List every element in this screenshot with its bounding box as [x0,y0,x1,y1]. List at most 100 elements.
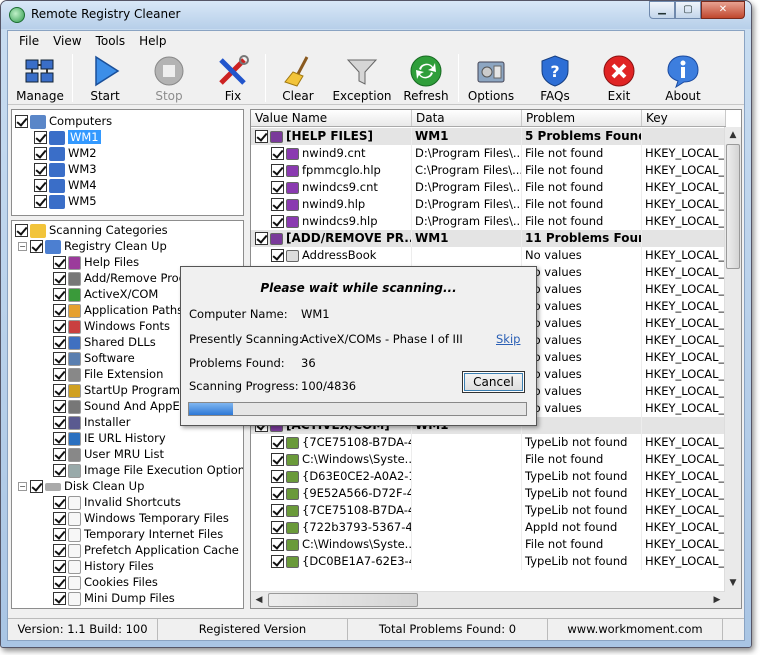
checkbox[interactable] [34,163,47,176]
checkbox[interactable] [271,147,284,160]
checkbox[interactable] [53,544,66,557]
scroll-thumb[interactable] [726,144,740,269]
table-row[interactable]: C:\Windows\Syste... File not found HKEY_LO… [251,451,726,468]
checkbox[interactable] [53,272,66,285]
checkbox[interactable] [271,436,284,449]
menu-tools[interactable]: Tools [89,31,133,51]
table-row[interactable]: fpmmcglo.hlp C:\Program Files\... File not… [251,162,726,179]
table-row[interactable]: AddressBook No values HKEY_LOCAL_... [251,247,726,264]
menu-view[interactable]: View [46,31,88,51]
column-value-name[interactable]: Value Name [251,110,412,126]
table-row[interactable]: nwind9.cnt D:\Program Files\... File not f… [251,145,726,162]
category-item[interactable]: IE URL History [15,430,243,446]
category-item[interactable]: Image File Execution Options [15,462,243,478]
disk-node[interactable]: − Disk Clean Up [15,478,243,494]
checkbox[interactable] [271,521,284,534]
title-bar[interactable]: Remote Registry Cleaner ▁ ▢ ✕ [1,1,751,29]
column-problem[interactable]: Problem [522,110,642,126]
table-row[interactable]: nwindcs9.cnt D:\Program Files\... File not… [251,179,726,196]
column-key[interactable]: Key [642,110,726,126]
table-row[interactable]: {7CE75108-B7DA-4... TypeLib not found HKEY… [251,502,726,519]
manage-button[interactable]: Manage [8,51,72,105]
checkbox[interactable] [255,130,268,143]
category-item[interactable]: Windows Temporary Files [15,510,243,526]
category-item[interactable]: Mini Dump Files [15,590,243,606]
checkbox[interactable] [53,448,66,461]
clear-button[interactable]: Clear [266,51,330,105]
computer-item[interactable]: WM5 [15,193,243,209]
computers-root[interactable]: Computers [15,113,243,129]
table-row[interactable]: {9E52A566-D72F-4... TypeLib not found HKEY… [251,485,726,502]
checkbox[interactable] [30,480,43,493]
about-button[interactable]: About [651,51,715,105]
h-scroll-thumb[interactable] [268,593,418,607]
category-item[interactable]: Invalid Shortcuts [15,494,243,510]
close-button[interactable]: ✕ [701,1,745,19]
scroll-left-icon[interactable]: ◀ [251,592,267,608]
checkbox[interactable] [53,320,66,333]
checkbox[interactable] [53,336,66,349]
category-item[interactable]: Cookies Files [15,574,243,590]
table-row[interactable]: {D63E0CE2-A0A2-1... TypeLib not found HKEY… [251,468,726,485]
checkbox[interactable] [30,240,43,253]
menu-file[interactable]: File [12,31,46,51]
checkbox[interactable] [271,164,284,177]
checkbox[interactable] [53,368,66,381]
checkbox[interactable] [34,131,47,144]
computer-item[interactable]: WM4 [15,177,243,193]
menu-help[interactable]: Help [132,31,173,51]
checkbox[interactable] [271,249,284,262]
checkbox[interactable] [53,512,66,525]
checkbox[interactable] [271,555,284,568]
table-row[interactable]: C:\Windows\Syste... File not found HKEY_LO… [251,536,726,553]
categories-root[interactable]: Scanning Categories [15,222,243,238]
refresh-button[interactable]: Refresh [394,51,458,105]
scroll-up-icon[interactable]: ▲ [725,127,741,143]
checkbox[interactable] [53,560,66,573]
category-item[interactable]: History Files [15,558,243,574]
stop-button[interactable]: Stop [137,51,201,105]
checkbox[interactable] [34,195,47,208]
registry-node[interactable]: − Registry Clean Up [15,238,243,254]
checkbox[interactable] [53,304,66,317]
fix-button[interactable]: Fix [201,51,265,105]
category-item[interactable]: Prefetch Application Cache Files [15,542,243,558]
checkbox[interactable] [53,528,66,541]
checkbox[interactable] [271,487,284,500]
checkbox[interactable] [271,538,284,551]
table-row[interactable]: {722b3793-5367-44... AppId not found HKEY_… [251,519,726,536]
vertical-scrollbar[interactable]: ▲ ▼ [724,127,741,608]
checkbox[interactable] [53,432,66,445]
checkbox[interactable] [271,470,284,483]
checkbox[interactable] [271,453,284,466]
checkbox[interactable] [34,179,47,192]
scroll-down-icon[interactable]: ▼ [725,575,741,591]
exception-button[interactable]: Exception [330,51,394,105]
checkbox[interactable] [271,504,284,517]
checkbox[interactable] [34,147,47,160]
faqs-button[interactable]: ? FAQs [523,51,587,105]
group-row[interactable]: [ADD/REMOVE PR...WM1 11 Problems Found [251,230,726,247]
start-button[interactable]: Start [73,51,137,105]
table-row[interactable]: {7CE75108-B7DA-4... TypeLib not found HKEY… [251,434,726,451]
checkbox[interactable] [271,215,284,228]
skip-link[interactable]: Skip [496,332,520,346]
checkbox[interactable] [255,232,268,245]
computer-item[interactable]: WM1 [15,129,243,145]
maximize-button[interactable]: ▢ [675,1,701,19]
category-item[interactable]: User MRU List [15,446,243,462]
checkbox[interactable] [53,464,66,477]
checkbox[interactable] [15,224,28,237]
collapse-icon[interactable]: − [18,482,27,491]
options-button[interactable]: Options [459,51,523,105]
table-row[interactable]: nwindcs9.hlp D:\Program Files\... File not… [251,213,726,230]
checkbox[interactable] [271,181,284,194]
table-row[interactable]: nwind9.hlp D:\Program Files\... File not f… [251,196,726,213]
minimize-button[interactable]: ▁ [649,1,675,19]
horizontal-scrollbar[interactable]: ◀ ▶ [251,591,725,608]
checkbox[interactable] [53,416,66,429]
category-item[interactable]: Temporary Internet Files [15,526,243,542]
cancel-button[interactable]: Cancel [462,371,525,393]
collapse-icon[interactable]: − [18,242,27,251]
checkbox[interactable] [53,400,66,413]
